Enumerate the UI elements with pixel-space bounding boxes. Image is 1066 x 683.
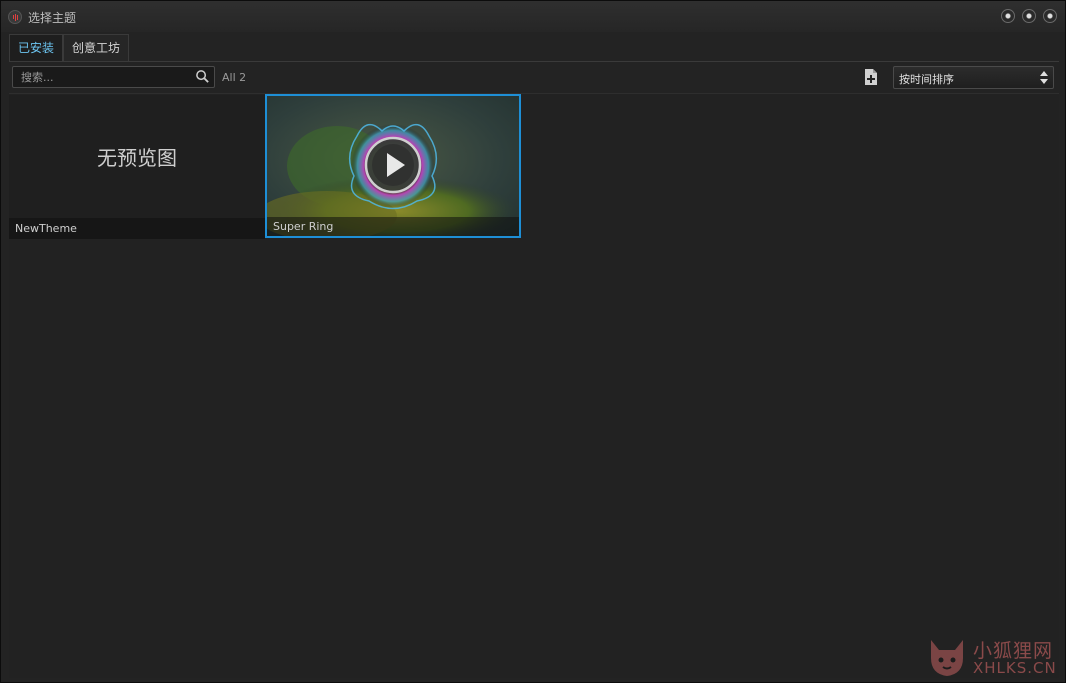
tab-installed[interactable]: 已安装 bbox=[9, 34, 64, 61]
theme-card-selected[interactable]: Super Ring bbox=[265, 94, 521, 238]
window-title: 选择主题 bbox=[28, 11, 77, 25]
maximize-button[interactable] bbox=[1022, 9, 1036, 23]
search-box[interactable] bbox=[12, 66, 215, 88]
window-controls bbox=[1001, 9, 1057, 23]
minimize-button[interactable] bbox=[1001, 9, 1015, 23]
app-icon bbox=[8, 10, 22, 24]
theme-count: All 2 bbox=[222, 71, 247, 84]
theme-selector-window: 选择主题 已安装 创意工坊 All 2 按时间排序 bbox=[0, 0, 1066, 683]
toolbar: All 2 按时间排序 bbox=[9, 63, 1059, 93]
tab-bar: 已安装 创意工坊 bbox=[9, 34, 130, 61]
theme-name: Super Ring bbox=[267, 217, 519, 236]
title-bar[interactable]: 选择主题 bbox=[1, 1, 1065, 32]
watermark: 小狐狸网 XHLKS.CN bbox=[925, 636, 1059, 680]
sort-select[interactable]: 按时间排序 bbox=[893, 66, 1054, 89]
watermark-en: XHLKS.CN bbox=[973, 659, 1057, 677]
search-input[interactable] bbox=[19, 68, 193, 87]
theme-name: NewTheme bbox=[9, 218, 265, 239]
fox-logo-icon bbox=[931, 640, 963, 676]
search-icon[interactable] bbox=[195, 69, 210, 84]
sort-value: 按时间排序 bbox=[899, 73, 954, 86]
close-button[interactable] bbox=[1043, 9, 1057, 23]
updown-arrows-icon bbox=[1040, 71, 1048, 84]
play-icon[interactable] bbox=[364, 136, 422, 194]
no-preview-text: 无预览图 bbox=[97, 146, 177, 170]
add-file-icon[interactable] bbox=[864, 68, 878, 86]
theme-grid: 无预览图 NewTheme Super Ring bbox=[9, 93, 1059, 678]
tab-divider bbox=[9, 61, 1059, 62]
theme-card[interactable]: 无预览图 NewTheme bbox=[9, 95, 265, 239]
tab-workshop[interactable]: 创意工坊 bbox=[63, 34, 130, 61]
